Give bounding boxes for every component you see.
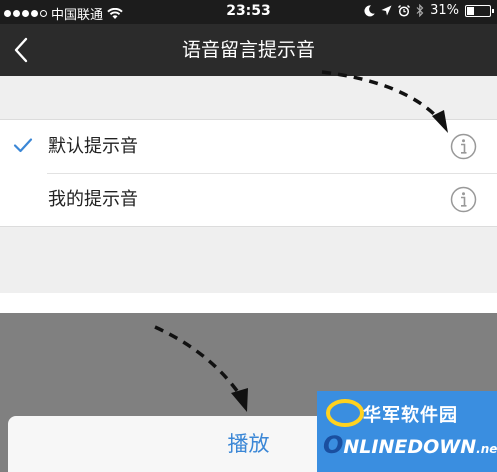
info-icon[interactable]	[450, 186, 477, 213]
tone-label: 默认提示音	[48, 136, 138, 157]
tone-list: 默认提示音 我的提示音	[0, 119, 497, 227]
list-top-spacing	[0, 76, 497, 119]
logo-swirl-icon	[326, 399, 364, 427]
watermark-cn-text: 华军软件园	[363, 405, 458, 426]
moon-icon	[364, 4, 375, 16]
list-bottom-strip	[0, 293, 497, 313]
checkmark-icon	[13, 138, 33, 153]
watermark-en-text: ONLINEDOWN.net	[323, 431, 497, 459]
alarm-icon	[398, 4, 411, 17]
empty-area	[0, 228, 497, 293]
navigation-bar: 语音留言提示音	[0, 24, 497, 76]
battery-icon	[465, 4, 494, 17]
battery-percent: 31%	[430, 3, 459, 18]
status-right: 31%	[364, 3, 494, 18]
watermark-logo: 华军软件园 ONLINEDOWN.net	[317, 391, 497, 472]
page-title: 语音留言提示音	[181, 39, 315, 61]
tone-row-default[interactable]: 默认提示音	[0, 120, 497, 173]
tone-row-custom[interactable]: 我的提示音	[0, 173, 497, 226]
info-icon[interactable]	[450, 133, 477, 160]
tone-label: 我的提示音	[48, 189, 138, 210]
status-bar: 中国联通 23:53 31%	[0, 0, 497, 24]
bluetooth-icon	[416, 4, 424, 17]
location-arrow-icon	[381, 5, 392, 16]
